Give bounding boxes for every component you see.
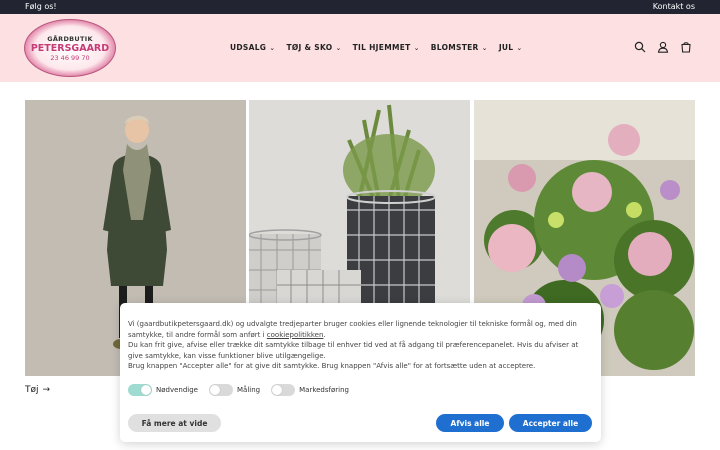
nav-item-toj-sko[interactable]: TØJ & SKO ⌄ xyxy=(286,43,341,52)
nav-label: BLOMSTER xyxy=(430,43,479,52)
toggle-label: Måling xyxy=(237,386,261,394)
collection-title: Tøj xyxy=(25,385,39,395)
nav-label: TØJ & SKO xyxy=(286,43,333,52)
nav-item-udsalg[interactable]: UDSALG ⌄ xyxy=(230,43,275,52)
follow-us-link[interactable]: Følg os! xyxy=(25,2,57,11)
arrow-right-icon: → xyxy=(42,385,51,395)
chevron-down-icon: ⌄ xyxy=(481,43,488,52)
main-nav: UDSALG ⌄ TØJ & SKO ⌄ TIL HJEMMET ⌄ BLOMSTER… xyxy=(230,43,523,52)
cookie-text-1: Vi (gaardbutikpetersgaard.dk) og udvalgt… xyxy=(128,320,577,339)
toggle-label: Markedsføring xyxy=(299,386,349,394)
cookie-text-2: Du kan frit give, afvise eller trække di… xyxy=(128,341,579,360)
toggle-label: Nødvendige xyxy=(156,386,198,394)
cookie-consent-banner: Vi (gaardbutikpetersgaard.dk) og udvalgt… xyxy=(120,303,601,442)
announcement-bar: Følg os! Kontakt os xyxy=(0,0,720,14)
toggle-necessary: Nødvendige xyxy=(128,384,198,396)
toggle-measurement: Måling xyxy=(209,384,260,396)
reject-all-button[interactable]: Afvis alle xyxy=(436,414,504,432)
cart-icon[interactable] xyxy=(680,41,692,53)
measurement-switch[interactable] xyxy=(209,384,233,396)
nav-item-jul[interactable]: JUL ⌄ xyxy=(499,43,523,52)
nav-item-til-hjemmet[interactable]: TIL HJEMMET ⌄ xyxy=(353,43,420,52)
logo-line-2: PETERSGAARD xyxy=(30,42,110,54)
nav-label: TIL HJEMMET xyxy=(352,43,411,52)
site-header: GÅRDBUTIK PETERSGAARD 23 46 99 70 UDSALG… xyxy=(0,14,720,82)
marketing-switch[interactable] xyxy=(271,384,296,396)
chevron-down-icon: ⌄ xyxy=(269,43,276,52)
store-logo[interactable]: GÅRDBUTIK PETERSGAARD 23 46 99 70 xyxy=(24,19,116,77)
nav-label: UDSALG xyxy=(230,43,267,52)
chevron-down-icon: ⌄ xyxy=(413,43,420,52)
toggle-marketing: Markedsføring xyxy=(271,384,349,396)
accept-all-button[interactable]: Accepter alle xyxy=(509,414,592,432)
consent-toggles: Nødvendige Måling Markedsføring xyxy=(128,384,349,396)
account-icon[interactable] xyxy=(657,41,669,53)
nav-item-blomster[interactable]: BLOMSTER ⌄ xyxy=(431,43,488,52)
learn-more-button[interactable]: Få mere at vide xyxy=(128,414,221,432)
cookie-policy-link[interactable]: cookiepolitikken xyxy=(267,331,324,339)
header-icons xyxy=(634,41,692,53)
cookie-text-3: Brug knappen "Accepter alle" for at give… xyxy=(128,362,536,370)
cookie-text-1-end: . xyxy=(323,330,326,339)
necessary-switch[interactable] xyxy=(128,384,152,396)
cookie-notice-text: Vi (gaardbutikpetersgaard.dk) og udvalgt… xyxy=(128,319,594,372)
logo-line-1: GÅRDBUTIK xyxy=(47,34,93,43)
chevron-down-icon: ⌄ xyxy=(335,43,342,52)
nav-label: JUL xyxy=(498,43,514,52)
logo-phone: 23 46 99 70 xyxy=(50,53,90,62)
collection-link-clothing[interactable]: Tøj → xyxy=(25,385,50,395)
chevron-down-icon: ⌄ xyxy=(516,43,523,52)
contact-link[interactable]: Kontakt os xyxy=(653,2,695,11)
search-icon[interactable] xyxy=(634,41,646,53)
